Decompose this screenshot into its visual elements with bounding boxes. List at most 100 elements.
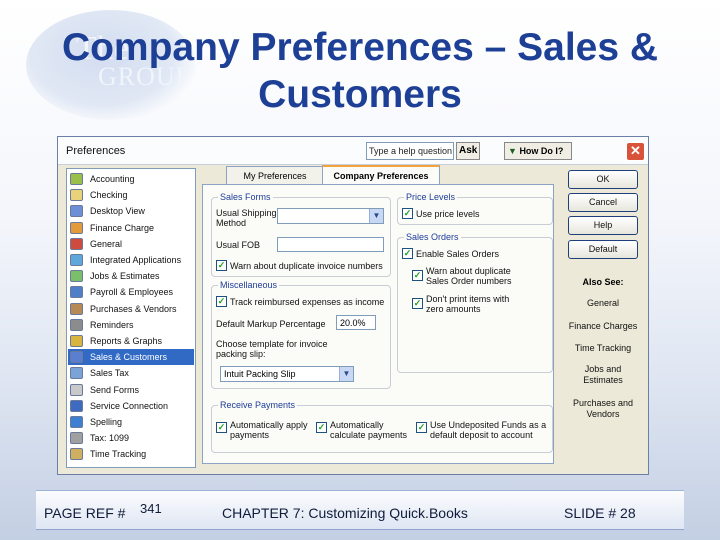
warn-duplicate-so-label-line1: Warn about duplicate <box>426 266 511 276</box>
sidebar-item-payroll-employees[interactable]: Payroll & Employees <box>68 284 194 300</box>
warn-duplicate-invoice-checkbox[interactable]: ✓ <box>216 260 227 271</box>
receive-payments-heading: Receive Payments <box>218 400 298 410</box>
sidebar-item-finance-charge[interactable]: Finance Charge <box>68 220 194 236</box>
sidebar-item-spelling[interactable]: Spelling <box>68 414 194 430</box>
receive-payments-group: Receive Payments ✓ Automatically apply p… <box>211 400 553 453</box>
purchases-icon <box>70 302 83 315</box>
auto-apply-label-line1: Automatically apply <box>230 420 308 430</box>
miscellaneous-group: Miscellaneous ✓ Track reimbursed expense… <box>211 280 391 389</box>
time-tracking-icon <box>70 448 83 461</box>
sidebar-item-accounting[interactable]: Accounting <box>68 171 194 187</box>
sidebar-item-label: Spelling <box>90 417 123 427</box>
sidebar-item-purchases-vendors[interactable]: Purchases & Vendors <box>68 301 194 317</box>
sales-forms-group: Sales Forms Usual Shipping Method ▼ Usua… <box>211 192 391 277</box>
also-see-general-link[interactable]: General <box>562 298 644 308</box>
sidebar-item-general[interactable]: General <box>68 236 194 252</box>
sidebar-item-time-tracking[interactable]: Time Tracking <box>68 446 194 462</box>
enable-sales-orders-checkbox[interactable]: ✓ <box>402 248 413 259</box>
chevron-down-icon: ▼ <box>369 209 383 223</box>
use-price-levels-checkbox[interactable]: ✓ <box>402 208 413 219</box>
auto-apply-payments-checkbox[interactable]: ✓ <box>216 422 227 433</box>
ask-button[interactable]: Ask <box>456 142 480 160</box>
sidebar-item-checking[interactable]: Checking <box>68 187 194 203</box>
sidebar-item-service-connection[interactable]: Service Connection <box>68 398 194 414</box>
default-markup-field[interactable]: 20.0% <box>336 315 376 330</box>
undeposited-funds-label-line1: Use Undeposited Funds as a <box>430 420 547 430</box>
price-levels-group: Price Levels ✓ Use price levels <box>397 192 553 225</box>
also-see-jobs-estimates-link-line1[interactable]: Jobs and <box>562 364 644 374</box>
accounting-icon <box>70 173 83 185</box>
sidebar-item-sales-tax[interactable]: Sales Tax <box>68 365 194 381</box>
sidebar-item-label: Purchases & Vendors <box>90 303 177 314</box>
warn-duplicate-invoice-label: Warn about duplicate invoice numbers <box>230 261 383 271</box>
sidebar-item-reports-graphs[interactable]: Reports & Graphs <box>68 333 194 349</box>
also-see-finance-charges-link[interactable]: Finance Charges <box>562 321 644 331</box>
also-see-jobs-estimates-link-line2[interactable]: Estimates <box>562 375 644 385</box>
sidebar-item-label: Sales Tax <box>90 368 129 379</box>
tab-company-preferences[interactable]: Company Preferences <box>322 165 440 185</box>
how-do-i-label: How Do I? <box>519 146 564 156</box>
undeposited-funds-checkbox[interactable]: ✓ <box>416 422 427 433</box>
sidebar-item-send-forms[interactable]: Send Forms <box>68 382 194 398</box>
how-do-i-button[interactable]: ▼ How Do I? <box>504 142 572 160</box>
price-levels-heading: Price Levels <box>404 192 458 202</box>
reports-icon <box>70 335 83 347</box>
sidebar-item-label: Service Connection <box>90 400 169 411</box>
track-reimbursed-expenses-checkbox[interactable]: ✓ <box>216 296 227 307</box>
dont-print-zero-label-line1: Don't print items with <box>426 294 510 304</box>
sales-orders-heading: Sales Orders <box>404 232 461 242</box>
sidebar-item-desktop-view[interactable]: Desktop View <box>68 203 194 219</box>
cancel-button[interactable]: Cancel <box>568 193 638 212</box>
sidebar-item-label: Sales & Customers <box>90 352 168 363</box>
usual-shipping-label-line2: Method <box>216 218 247 228</box>
desktop-view-icon <box>70 205 83 218</box>
tax-1099-icon <box>70 432 83 445</box>
general-icon <box>70 237 83 250</box>
sidebar-item-jobs-estimates[interactable]: Jobs & Estimates <box>68 268 194 284</box>
company-preferences-panel: Sales Forms Usual Shipping Method ▼ Usua… <box>202 184 554 464</box>
sidebar-item-tax-1099[interactable]: Tax: 1099 <box>68 430 194 446</box>
preferences-window: Preferences Type a help question Ask ▼ H… <box>57 136 649 475</box>
sidebar-item-label: Tax: 1099 <box>90 433 130 444</box>
page-ref-value: 341 <box>140 501 162 516</box>
default-markup-label: Default Markup Percentage <box>216 319 326 329</box>
also-see-purchases-vendors-link-line1[interactable]: Purchases and <box>562 398 644 408</box>
sidebar-item-sales-customers[interactable]: Sales & Customers <box>68 349 194 366</box>
usual-fob-field[interactable] <box>277 237 384 252</box>
packing-slip-template-select[interactable]: Intuit Packing Slip ▼ <box>220 366 354 382</box>
close-button[interactable]: ✕ <box>626 142 645 161</box>
chevron-down-icon: ▼ <box>339 367 353 381</box>
page-ref-label: PAGE REF # <box>44 505 126 521</box>
also-see-time-tracking-link[interactable]: Time Tracking <box>562 343 644 353</box>
dont-print-zero-items-checkbox[interactable]: ✓ <box>412 298 423 309</box>
close-icon: ✕ <box>630 143 641 158</box>
sales-orders-group: Sales Orders ✓ Enable Sales Orders ✓ War… <box>397 232 553 373</box>
jobs-estimates-icon <box>70 270 83 283</box>
ok-button[interactable]: OK <box>568 170 638 189</box>
miscellaneous-heading: Miscellaneous <box>218 280 280 290</box>
help-question-input[interactable]: Type a help question <box>366 142 454 160</box>
window-title: Preferences <box>66 145 126 157</box>
default-button[interactable]: Default <box>568 240 638 259</box>
sidebar-item-label: Finance Charge <box>90 222 155 233</box>
tab-my-preferences[interactable]: My Preferences <box>226 166 324 184</box>
reminders-icon <box>70 318 83 331</box>
sidebar-item-label: General <box>90 238 123 249</box>
sidebar-item-integrated-applications[interactable]: Integrated Applications <box>68 252 194 268</box>
warn-duplicate-sales-order-checkbox[interactable]: ✓ <box>412 270 423 281</box>
slide-footer: PAGE REF # 341 CHAPTER 7: Customizing Qu… <box>36 490 684 530</box>
slide-number: SLIDE # 28 <box>564 505 636 521</box>
auto-calculate-payments-checkbox[interactable]: ✓ <box>316 422 327 433</box>
window-titlebar: Preferences Type a help question Ask ▼ H… <box>58 137 648 165</box>
also-see-purchases-vendors-link-line2[interactable]: Vendors <box>562 409 644 419</box>
sidebar-item-reminders[interactable]: Reminders <box>68 317 194 333</box>
usual-shipping-method-select[interactable]: ▼ <box>277 208 384 224</box>
sidebar-item-label: Jobs & Estimates <box>90 271 160 282</box>
spelling-icon <box>70 416 83 428</box>
usual-shipping-label-line1: Usual Shipping <box>216 208 277 218</box>
help-button[interactable]: Help <box>568 216 638 235</box>
sidebar-item-label: Time Tracking <box>90 449 147 460</box>
auto-calculate-label-line2: calculate payments <box>330 430 408 440</box>
undeposited-funds-label-line2: default deposit to account <box>430 430 533 440</box>
auto-calculate-label-line1: Automatically <box>330 420 384 430</box>
